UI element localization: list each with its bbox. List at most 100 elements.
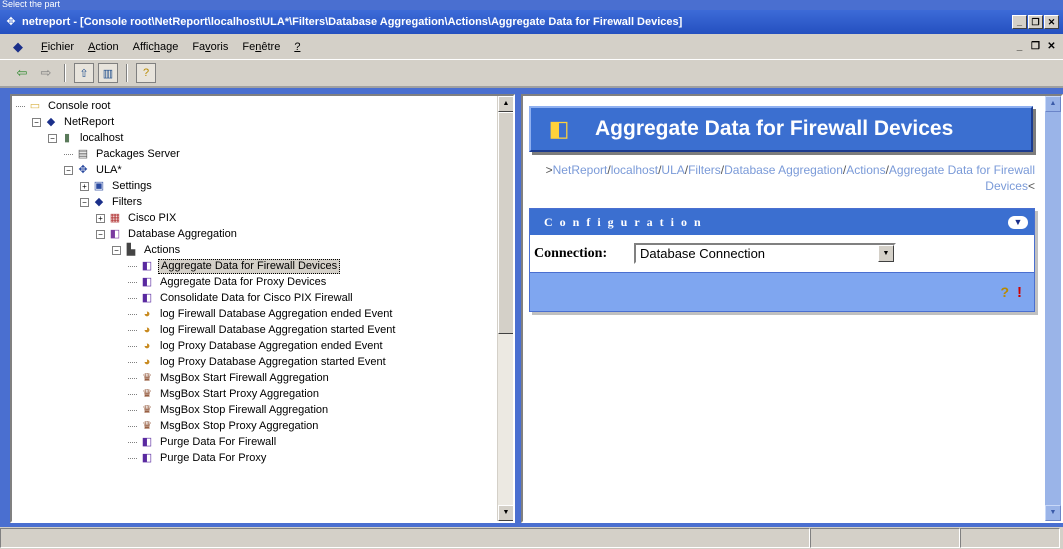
close-icon[interactable]: ✕ xyxy=(1044,15,1059,29)
minimize-icon[interactable]: _ xyxy=(1012,15,1027,29)
tree-item[interactable]: − ◆ Filters xyxy=(12,194,499,210)
scroll-thumb[interactable] xyxy=(498,112,513,334)
breadcrumb-link[interactable]: Aggregate Data for Firewall Devices xyxy=(889,163,1035,193)
tree-item[interactable]: ♛ MsgBox Start Proxy Aggregation xyxy=(12,386,499,402)
menu-item-text: être xyxy=(261,40,281,53)
tree-item-label: Purge Data For Proxy xyxy=(160,452,267,464)
action-data-icon: ◧ xyxy=(141,436,153,448)
tree-item-label: MsgBox Start Firewall Aggregation xyxy=(160,372,329,384)
cisco-icon: ▦ xyxy=(109,212,121,224)
tree-item-label: Purge Data For Firewall xyxy=(160,436,277,448)
breadcrumb-link[interactable]: ULA xyxy=(661,163,684,177)
tree-item-selected[interactable]: ◧ Aggregate Data for Firewall Devices xyxy=(12,258,499,274)
menu-item[interactable]: Fichier xyxy=(34,41,81,53)
breadcrumb-link[interactable]: Filters xyxy=(688,163,721,177)
collapse-tree-icon[interactable]: − xyxy=(32,117,41,127)
configuration-header[interactable]: Configuration ▼ xyxy=(530,209,1034,235)
console-tree: ▭ Console root − ◆ NetReport − ▮ localhost ▤ Pack… xyxy=(12,96,499,521)
scroll-up-icon[interactable]: ▲ xyxy=(498,96,513,112)
status-cell-3 xyxy=(960,528,1060,548)
menu-item[interactable]: Affichage xyxy=(126,41,186,53)
tree-item[interactable]: ◕ log Firewall Database Aggregation start… xyxy=(12,322,499,338)
expand-icon[interactable]: + xyxy=(80,181,89,191)
child-minimize-icon[interactable]: _ xyxy=(1012,40,1027,54)
collapse-icon[interactable]: ▼ xyxy=(1008,215,1028,229)
tree-item[interactable]: + ▣ Settings xyxy=(12,178,499,194)
tree-item[interactable]: ◕ log Firewall Database Aggregation ended… xyxy=(12,306,499,322)
tree-item[interactable]: − ◧ Database Aggregation xyxy=(12,226,499,242)
tree-item-label: Packages Server xyxy=(96,148,180,160)
collapse-tree-icon[interactable]: − xyxy=(112,245,121,255)
tree-item[interactable]: − ✥ ULA* xyxy=(12,162,499,178)
tree-item[interactable]: + ▦ Cisco PIX xyxy=(12,210,499,226)
tree-item-label: localhost xyxy=(80,132,124,144)
menu-item-text: Fa xyxy=(192,40,206,53)
forward-arrow-icon[interactable]: ⇨ xyxy=(36,63,56,83)
restore-icon[interactable]: ❐ xyxy=(1028,15,1043,29)
mmc-window: Select the part ✥ netreport - [Console r… xyxy=(0,0,1063,549)
tree-item[interactable]: ▤ Packages Server xyxy=(12,146,499,162)
breadcrumb-link[interactable]: Actions xyxy=(846,163,885,177)
tree-item[interactable]: ◧ Purge Data For Firewall xyxy=(12,434,499,450)
tree-connector xyxy=(128,425,137,427)
tree-item-label: Settings xyxy=(112,180,152,192)
collapse-tree-icon[interactable]: − xyxy=(96,229,105,239)
tree-item[interactable]: − ▙ Actions xyxy=(12,242,499,258)
title-bar[interactable]: ✥ netreport - [Console root\NetReport\lo… xyxy=(0,10,1063,34)
tree-item-label: log Firewall Database Aggregation ended … xyxy=(160,308,393,320)
child-close-icon[interactable]: ✕ xyxy=(1044,40,1059,54)
netreport-icon: ◆ xyxy=(46,116,56,128)
tree-connector xyxy=(128,313,137,315)
tree-item[interactable]: ♛ MsgBox Start Firewall Aggregation xyxy=(12,370,499,386)
scroll-up-icon[interactable]: ▲ xyxy=(1045,96,1061,112)
log-event-icon: ◕ xyxy=(143,308,151,320)
tree-item-label: log Firewall Database Aggregation starte… xyxy=(160,324,396,336)
scroll-down-icon[interactable]: ▼ xyxy=(1045,505,1061,521)
chevron-down-icon[interactable]: ▼ xyxy=(878,245,894,262)
breadcrumb-link[interactable]: Database Aggregation xyxy=(724,163,843,177)
mmc-app-icon[interactable]: ✥ xyxy=(4,15,18,29)
result-scrollbar[interactable]: ▲ ▼ xyxy=(1045,96,1061,521)
tree-scrollbar[interactable]: ▲ ▼ xyxy=(497,96,513,521)
menu-item[interactable]: ? xyxy=(287,41,307,53)
collapse-tree-icon[interactable]: − xyxy=(64,165,73,175)
show-tree-icon[interactable]: ▥ xyxy=(98,63,118,83)
toolbar-separator xyxy=(64,64,66,82)
tree-item[interactable]: − ◆ NetReport xyxy=(12,114,499,130)
window-controls: _ ❐ ✕ xyxy=(1012,15,1059,29)
help-icon[interactable]: ? xyxy=(136,63,156,83)
tree-item[interactable]: ◕ log Proxy Database Aggregation started … xyxy=(12,354,499,370)
menu-item[interactable]: Favoris xyxy=(185,41,235,53)
help-icon[interactable]: ? xyxy=(1000,284,1009,300)
breadcrumb-marker: > xyxy=(545,163,553,177)
tree-item[interactable]: ◧ Aggregate Data for Proxy Devices xyxy=(12,274,499,290)
menu-item-text: ichier xyxy=(47,40,75,53)
tree-item[interactable]: ♛ MsgBox Stop Proxy Aggregation xyxy=(12,418,499,434)
up-folder-icon[interactable]: ⇧ xyxy=(74,63,94,83)
breadcrumb-link[interactable]: localhost xyxy=(611,163,658,177)
child-restore-icon[interactable]: ❐ xyxy=(1028,40,1043,54)
tree-item[interactable]: ◧ Purge Data For Proxy xyxy=(12,450,499,466)
tree-item[interactable]: − ▮ localhost xyxy=(12,130,499,146)
tree-item[interactable]: ◧ Consolidate Data for Cisco PIX Firewall xyxy=(12,290,499,306)
collapse-tree-icon[interactable]: − xyxy=(80,197,89,207)
console-menu-icon[interactable]: ◆ xyxy=(10,39,26,55)
connection-select[interactable]: Database Connection ▼ xyxy=(634,243,896,264)
tree-item[interactable]: ▭ Console root xyxy=(12,98,499,114)
scroll-down-icon[interactable]: ▼ xyxy=(498,505,513,521)
toolbar-separator xyxy=(126,64,128,82)
actions-icon: ▙ xyxy=(126,244,136,256)
warning-icon[interactable]: ! xyxy=(1017,284,1022,301)
expand-icon[interactable]: + xyxy=(96,213,105,223)
tree-item[interactable]: ◕ log Proxy Database Aggregation ended Ev… xyxy=(12,338,499,354)
menu-item[interactable]: Action xyxy=(81,41,126,53)
collapse-tree-icon[interactable]: − xyxy=(48,133,57,143)
breadcrumb-link[interactable]: NetReport xyxy=(553,163,608,177)
tree-item-label: Aggregate Data for Firewall Devices xyxy=(158,258,341,274)
back-arrow-icon[interactable]: ⇦ xyxy=(12,63,32,83)
tree-item[interactable]: ♛ MsgBox Stop Firewall Aggregation xyxy=(12,402,499,418)
menu-item[interactable]: Fenêtre xyxy=(235,41,287,53)
tree-item-label: Filters xyxy=(112,196,142,208)
connection-label: Connection: xyxy=(534,245,608,261)
tree-connector xyxy=(128,441,137,443)
